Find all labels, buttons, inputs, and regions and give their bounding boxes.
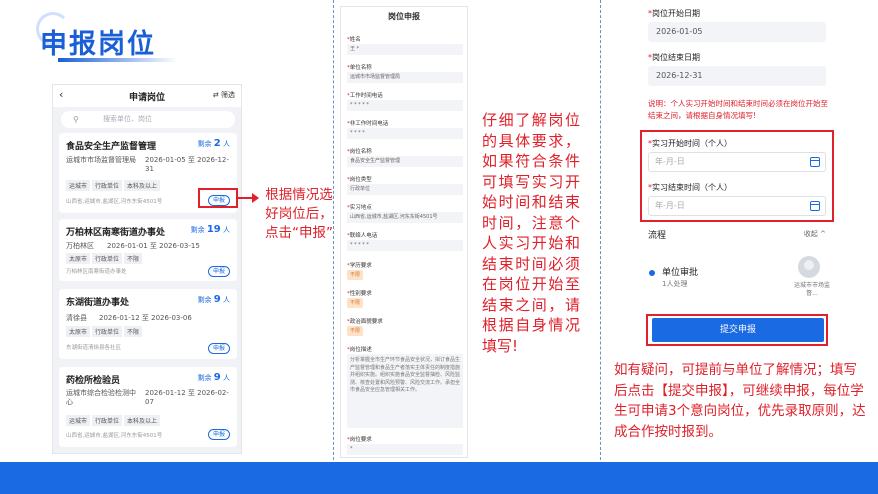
search-input[interactable]: ⚲ 搜索单位、岗位 (61, 111, 235, 128)
description-label: *岗位描述 (347, 347, 372, 353)
job-title: 药检所检验员 (66, 376, 121, 386)
job-tag: 行政单位 (92, 180, 123, 191)
job-tag: 行政单位 (92, 326, 123, 337)
field-label: *联络人电话 (347, 233, 378, 239)
field-value: 王 * (347, 44, 463, 55)
field-value: 行政单位 (347, 184, 463, 195)
filter-label: 筛选 (221, 91, 235, 99)
filter-button[interactable]: ⇄ 筛选 (213, 90, 235, 100)
job-tag: 不限 (124, 253, 143, 264)
job-list-header: ‹ 申请岗位 ⇄ 筛选 (53, 85, 241, 107)
flow-step-handler-count: 1人处理 (662, 280, 688, 288)
approver-avatar (798, 256, 820, 278)
application-form-title: 岗位申报 (388, 12, 420, 21)
job-org: 万柏林区 (66, 242, 94, 250)
job-card[interactable]: 药检所检验员 剩余 9 人 运城市综合检验检测中心 2026-01-12 至 2… (59, 367, 237, 447)
requirement-chip: 不限 (347, 298, 363, 308)
field-value: * * * * (347, 128, 463, 139)
title-underline (58, 58, 178, 62)
job-org: 清徐县 (66, 314, 87, 322)
instruction-note-3: 如有疑问，可提前与单位了解情况；填写后点击【提交申报】，可继续申报，每位学生可申… (614, 362, 866, 440)
requirement-chip: 不限 (347, 270, 363, 280)
apply-button[interactable]: 申报 (208, 266, 230, 277)
apply-highlight-box (198, 188, 238, 208)
job-tag: 不限 (124, 326, 143, 337)
job-tag: 本科及以上 (124, 415, 161, 426)
instruction-note-2: 仔细了解岗位的具体要求，如果符合条件可填写实习开始时间和结束时间，注意个人实习开… (482, 111, 580, 355)
flow-step-name: 单位审批 (662, 268, 699, 278)
requirement-chip: 不限 (347, 326, 363, 336)
search-placeholder: 搜索单位、岗位 (103, 115, 152, 123)
application-form-screen: 岗位申报 *姓名 王 * *单位名称 运城市市场监督管理局 *工作时间电话 * … (340, 6, 468, 458)
arrow-head (252, 193, 259, 203)
job-description: 分析掌握全市生产环节食品安全状况，拟订食品生产监督管理和食品生产者落实主体责任的… (347, 354, 463, 428)
job-tag: 运城市 (66, 180, 91, 191)
field-value: * * * * * (347, 240, 463, 251)
requirement-text-label: *岗位要求 (347, 437, 372, 443)
vacancy-count: 剩余 9 人 (197, 372, 230, 383)
job-address: 山西省,运城市,盐湖区,河东东街4501号 (66, 199, 163, 205)
field-label: *姓名 (347, 37, 361, 43)
requirement-label: *性别要求 (347, 291, 372, 297)
field-value: 食品安全生产监督管理 (347, 156, 463, 167)
bottom-banner (0, 462, 878, 494)
apply-button[interactable]: 申报 (208, 343, 230, 354)
vacancy-count: 剩余 2 人 (197, 138, 230, 149)
field-label: *单位名称 (347, 65, 372, 71)
job-tag: 太原市 (66, 326, 91, 337)
job-tag: 运城市 (66, 415, 91, 426)
flow-step-dot (649, 270, 655, 276)
job-tag: 本科及以上 (124, 180, 161, 191)
field-label: *实习地点 (347, 205, 372, 211)
job-period: 2026-01-05 至 2026-12-31 (145, 156, 229, 173)
job-org: 运城市综合检验检测中心 (66, 389, 136, 406)
job-address: 山西省,运城市,盐湖区,河东东街4501号 (66, 433, 163, 439)
submit-highlight-box (646, 314, 828, 346)
field-value: 运城市市场监督管理局 (347, 72, 463, 83)
flow-collapse-toggle[interactable]: 收起 ^ (804, 229, 826, 239)
job-tag: 行政单位 (92, 415, 123, 426)
date-rule-notice: 说明：个人实习开始时间和结束时间必须在岗位开始至结束之间，请根据自身情况填写! (648, 99, 828, 120)
job-start-label: *岗位开始日期 (648, 9, 700, 18)
requirement-label: *政治面貌要求 (347, 319, 383, 325)
job-card[interactable]: 万柏林区南寒街道办事处 剩余 19 人 万柏林区 2026-01-01 至 20… (59, 219, 237, 281)
instruction-note-1: 根据情况选好岗位后，点击“申报” (265, 187, 333, 241)
field-label: *岗位名称 (347, 149, 372, 155)
job-title: 东湖街道办事处 (66, 298, 130, 308)
approver-name: 运城市市场监督... (793, 282, 830, 297)
job-end-label: *岗位结束日期 (648, 53, 700, 62)
requirement-text: * (347, 444, 463, 455)
job-tag: 太原市 (66, 253, 91, 264)
search-icon: ⚲ (73, 115, 79, 124)
field-value: * * * * * (347, 100, 463, 111)
field-value: 山西省,运城市,盐湖区,河东东街4501号 (347, 212, 463, 223)
field-label: *岗位类型 (347, 177, 372, 183)
job-title: 食品安全生产监督管理 (66, 142, 157, 152)
job-period: 2026-01-12 至 2026-02-07 (145, 389, 229, 406)
field-label: *非工作时间电话 (347, 121, 389, 127)
field-label: *工作时间电话 (347, 93, 383, 99)
flow-title: 流程 (648, 231, 667, 241)
job-title: 万柏林区南寒街道办事处 (66, 228, 166, 238)
job-start-value: 2026-01-05 (648, 22, 826, 42)
job-address: 东湖街道清徐县各社区 (66, 345, 122, 351)
job-period: 2026-01-01 至 2026-03-15 (107, 242, 200, 250)
job-card[interactable]: 东湖街道办事处 剩余 9 人 清徐县 2026-01-12 至 2026-03-… (59, 289, 237, 359)
job-tag: 行政单位 (92, 253, 123, 264)
job-address: 万柏林区南寒街道办事处 (66, 269, 127, 275)
intern-dates-highlight-box (640, 130, 834, 222)
job-period: 2026-01-12 至 2026-03-06 (99, 314, 192, 322)
vacancy-count: 剩余 9 人 (197, 294, 230, 305)
vacancy-count: 剩余 19 人 (190, 224, 230, 235)
page-title: 申报岗位 (40, 29, 156, 60)
requirement-label: *学历要求 (347, 263, 372, 269)
job-org: 运城市市场监督管理局 (66, 156, 136, 164)
job-end-value: 2026-12-31 (648, 66, 826, 86)
divider-right (600, 0, 601, 460)
apply-button[interactable]: 申报 (208, 429, 230, 440)
job-list-screen: ‹ 申请岗位 ⇄ 筛选 ⚲ 搜索单位、岗位 食品安全生产监督管理 剩余 2 人 … (52, 84, 242, 454)
